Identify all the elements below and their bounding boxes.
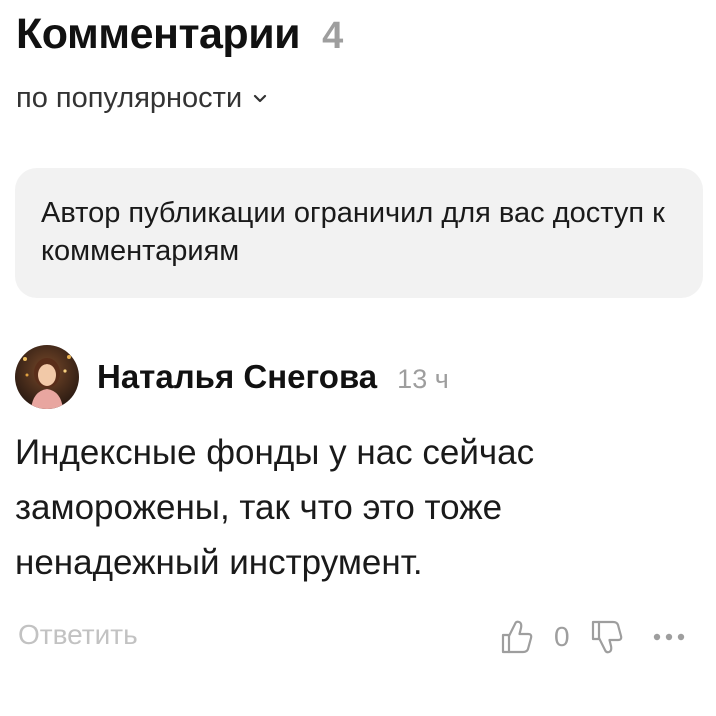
comments-header: Комментарии 4 [16, 10, 343, 59]
sort-label: по популярности [16, 82, 243, 114]
thumbs-down-icon[interactable] [590, 619, 624, 655]
avatar[interactable] [15, 345, 79, 409]
comment-header: Наталья Снегова 13 ч [15, 345, 449, 409]
restricted-notice: Автор публикации ограничил для вас досту… [15, 168, 703, 298]
notice-text: Автор публикации ограничил для вас досту… [41, 197, 665, 267]
chevron-down-icon [252, 91, 268, 107]
comments-title: Комментарии [16, 10, 301, 58]
comment-time: 13 ч [397, 363, 449, 394]
likes-count: 0 [554, 621, 570, 652]
sort-dropdown[interactable]: по популярности [16, 82, 268, 115]
thumbs-up-icon[interactable] [500, 619, 534, 655]
reply-button[interactable]: Ответить [18, 619, 138, 651]
comment-text: Индексные фонды у нас сейчас заморожены,… [15, 433, 535, 582]
comments-count: 4 [322, 15, 344, 57]
comment-actions: 0 [500, 615, 686, 659]
more-icon[interactable] [652, 632, 686, 642]
comment-author[interactable]: Наталья Снегова [97, 358, 377, 396]
